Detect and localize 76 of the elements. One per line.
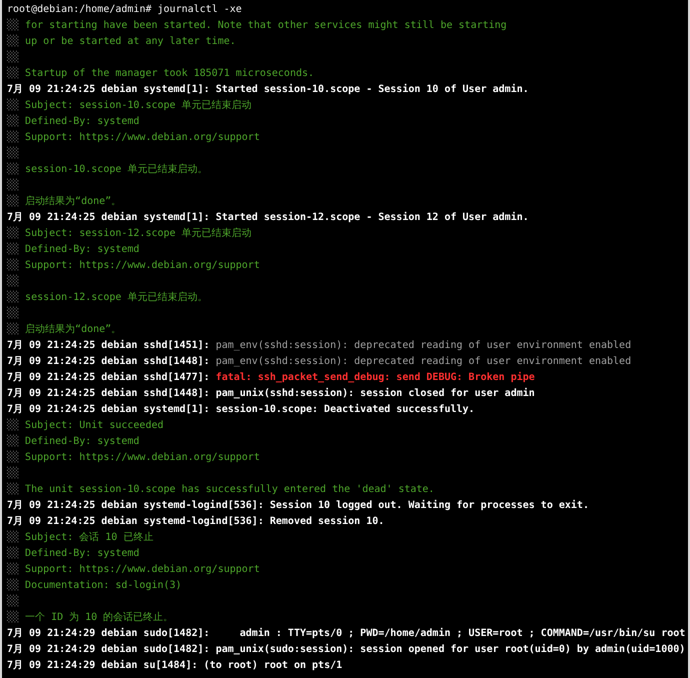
catalog-text: Defined-By: systemd: [25, 436, 140, 447]
log-message: pam_env(sshd:session): deprecated reading of user environment enabled: [216, 356, 632, 367]
log-message: admin : TTY=pts/0 ; PWD=/home/admin ; USER=root ; COMMAND=/usr/bin/su root: [238, 628, 686, 639]
command-prompt: root@debian:/home/admin# journalctl -xe: [7, 4, 242, 15]
catalog-text: Support: https://www.debian.org/support: [25, 564, 260, 575]
log-message: Removed session 10.: [270, 516, 384, 527]
catalog-marker: ░░: [7, 244, 20, 255]
catalog-marker: ░░: [7, 468, 20, 479]
catalog-marker: ░░: [7, 580, 20, 591]
log-prefix: 7月 09 21:24:25 debian sshd[1448]:: [7, 356, 210, 367]
log-prefix: 7月 09 21:24:29 debian su[1484]:: [7, 660, 198, 671]
catalog-text: 启动结果为“done”。: [25, 196, 122, 207]
catalog-marker: ░░: [7, 180, 20, 191]
catalog-text: Support: https://www.debian.org/support: [25, 132, 260, 143]
log-message: Session 10 logged out. Waiting for processes to exit.: [270, 500, 589, 511]
catalog-marker: ░░: [7, 532, 20, 543]
catalog-text: session-12.scope 单元已结束启动。: [25, 292, 208, 303]
catalog-marker: ░░: [7, 148, 20, 159]
catalog-marker: ░░: [7, 452, 20, 463]
catalog-text: for starting have been started. Note that other services might still be starting: [25, 20, 507, 31]
catalog-text: Startup of the manager took 185071 microseconds.: [25, 68, 314, 79]
log-prefix: 7月 09 21:24:25 debian systemd[1]:: [7, 404, 210, 415]
catalog-marker: ░░: [7, 228, 20, 239]
log-prefix: 7月 09 21:24:25 debian systemd[1]:: [7, 84, 210, 95]
log-prefix: 7月 09 21:24:25 debian systemd-logind[536]:: [7, 516, 264, 527]
catalog-marker: ░░: [7, 420, 20, 431]
catalog-marker: ░░: [7, 612, 20, 623]
catalog-marker: ░░: [7, 436, 20, 447]
catalog-text: Subject: 会话 10 已终止: [25, 532, 154, 543]
catalog-marker: ░░: [7, 292, 20, 303]
catalog-marker: ░░: [7, 548, 20, 559]
catalog-marker: ░░: [7, 68, 20, 79]
log-message: fatal: ssh_packet_send_debug: send DEBUG: Broken pipe: [216, 372, 535, 383]
catalog-text: 启动结果为“done”。: [25, 324, 122, 335]
catalog-marker: ░░: [7, 36, 20, 47]
log-prefix: 7月 09 21:24:25 debian sshd[1448]:: [7, 388, 210, 399]
log-message: pam_env(sshd:session): deprecated reading of user environment enabled: [216, 340, 632, 351]
catalog-text: Support: https://www.debian.org/support: [25, 260, 260, 271]
catalog-marker: ░░: [7, 132, 20, 143]
catalog-marker: ░░: [7, 196, 20, 207]
catalog-text: Defined-By: systemd: [25, 244, 140, 255]
log-prefix: 7月 09 21:24:25 debian systemd-logind[536]:: [7, 500, 264, 511]
log-message: session-10.scope: Deactivated successfully.: [216, 404, 475, 415]
catalog-text: Defined-By: systemd: [25, 548, 140, 559]
log-message: Started session-12.scope - Session 12 of User admin.: [216, 212, 529, 223]
log-message: (to root) root on pts/1: [204, 660, 342, 671]
catalog-text: session-10.scope 单元已结束启动。: [25, 164, 208, 175]
log-message: pam_unix(sudo:session): session opened for user root(uid=0) by admin(uid=1000): [216, 644, 686, 655]
catalog-text: Subject: session-12.scope 单元已结束启动: [25, 228, 252, 239]
catalog-text: Defined-By: systemd: [25, 116, 140, 127]
catalog-text: Subject: Unit succeeded: [25, 420, 164, 431]
catalog-marker: ░░: [7, 260, 20, 271]
log-prefix: 7月 09 21:24:25 debian systemd[1]:: [7, 212, 210, 223]
catalog-marker: ░░: [7, 116, 20, 127]
catalog-marker: ░░: [7, 164, 20, 175]
catalog-text: Subject: session-10.scope 单元已结束启动: [25, 100, 252, 111]
log-prefix: 7月 09 21:24:25 debian sshd[1451]:: [7, 340, 210, 351]
catalog-marker: ░░: [7, 564, 20, 575]
log-message: pam_unix(sshd:session): session closed for user admin: [216, 388, 535, 399]
catalog-text: Documentation: sd-login(3): [25, 580, 182, 591]
catalog-text: The unit session-10.scope has successfully entered the 'dead' state.: [25, 484, 434, 495]
catalog-text: 一个 ID 为 10 的会话已终止。: [25, 612, 174, 623]
catalog-marker: ░░: [7, 484, 20, 495]
catalog-text: up or be started at any later time.: [25, 36, 236, 47]
catalog-marker: ░░: [7, 100, 20, 111]
catalog-marker: ░░: [7, 52, 20, 63]
log-prefix: 7月 09 21:24:29 debian sudo[1482]:: [7, 644, 210, 655]
catalog-text: Support: https://www.debian.org/support: [25, 452, 260, 463]
catalog-marker: ░░: [7, 20, 20, 31]
catalog-marker: ░░: [7, 324, 20, 335]
log-prefix: 7月 09 21:24:25 debian sshd[1477]:: [7, 372, 210, 383]
log-message: Started session-10.scope - Session 10 of User admin.: [216, 84, 529, 95]
log-prefix: 7月 09 21:24:29 debian sudo[1482]:: [7, 628, 210, 639]
catalog-marker: ░░: [7, 276, 20, 287]
catalog-marker: ░░: [7, 596, 20, 607]
catalog-marker: ░░: [7, 308, 20, 319]
